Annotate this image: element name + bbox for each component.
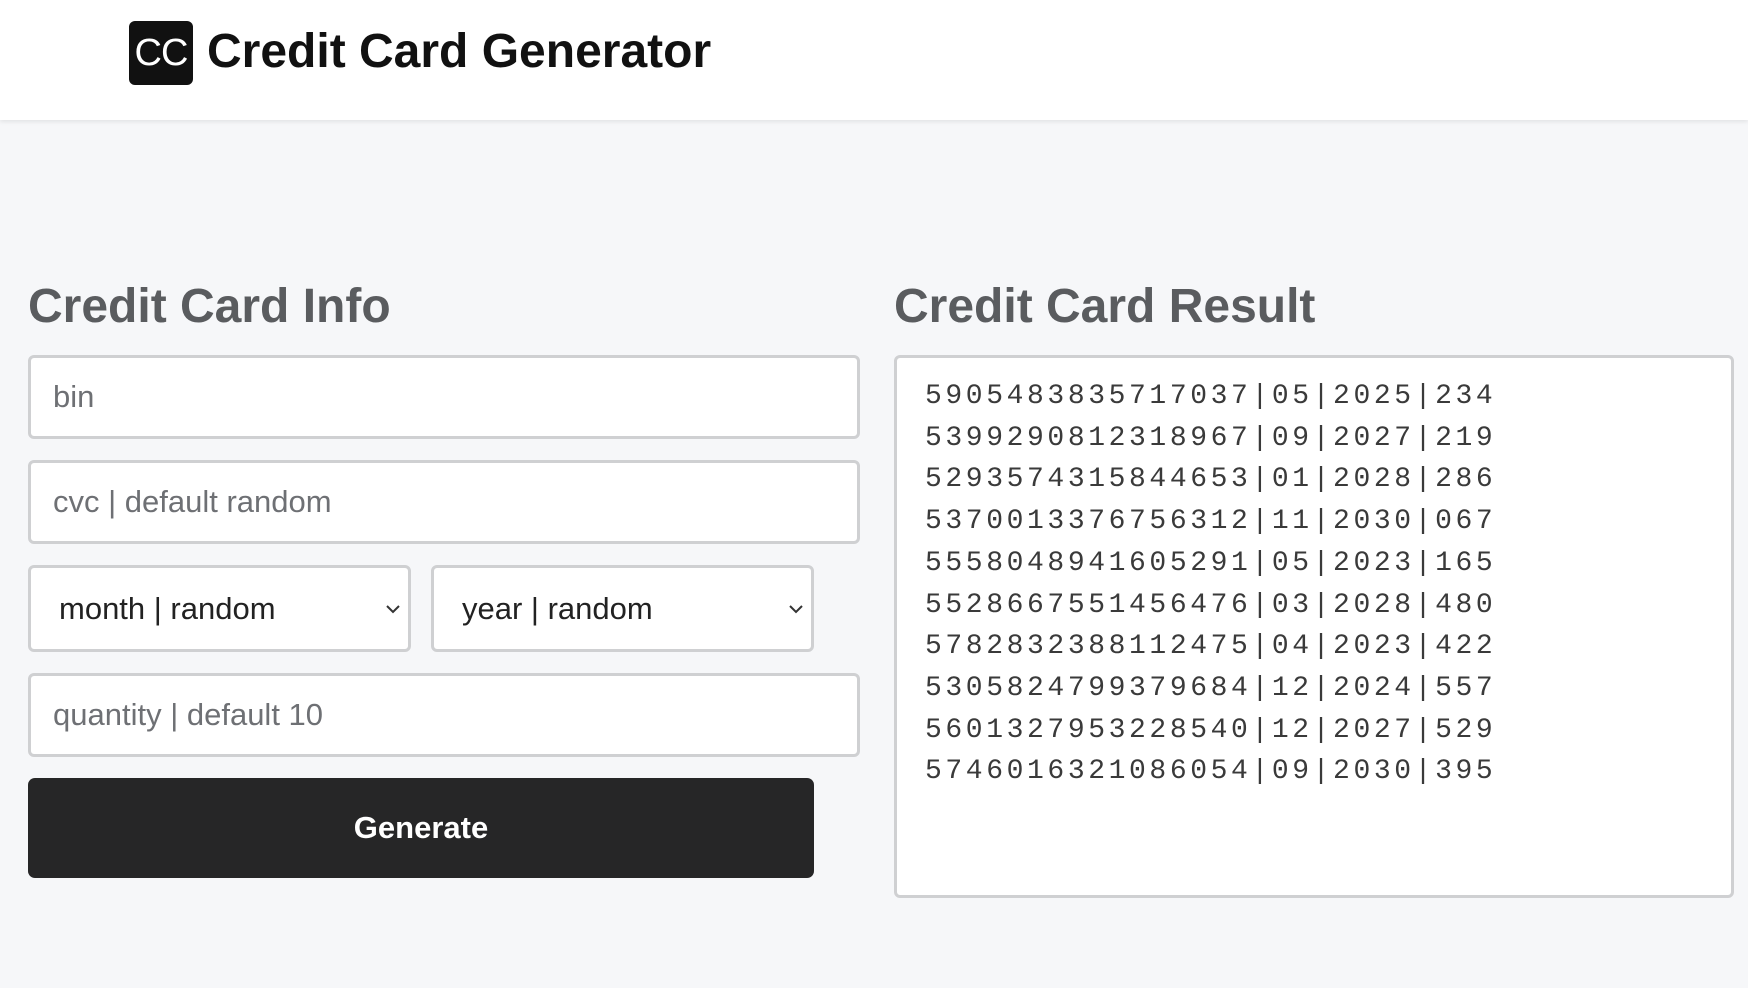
result-line: 5782832388112475|04|2023|422 [925,631,1497,663]
logo-icon[interactable]: CC [129,21,193,85]
result-line: 5905483835717037|05|2025|234 [925,381,1497,412]
month-select-value: month | random [59,591,276,626]
result-line: 5558048941605291|05|2023|165 [925,547,1497,579]
chevron-down-icon [386,605,400,614]
credit-card-result-heading: Credit Card Result [894,280,1316,333]
generate-button[interactable]: Generate [28,778,814,878]
result-line: 5370013376756312|11|2030|067 [925,506,1497,538]
result-textarea[interactable]: 5905483835717037|05|2025|234 53992908123… [894,355,1734,898]
year-select-value: year | random [462,591,653,626]
credit-card-info-heading: Credit Card Info [28,280,391,333]
chevron-down-icon [789,605,803,614]
quantity-input[interactable] [28,673,860,757]
result-line: 5305824799379684|12|2024|557 [925,672,1497,704]
year-select[interactable]: year | random [431,565,814,652]
bin-input[interactable] [28,355,860,439]
site-header: CC Credit Card Generator [0,0,1748,120]
result-line: 5293574315844653|01|2028|286 [925,464,1497,496]
site-title[interactable]: Credit Card Generator [207,22,711,82]
result-line: 5746016321086054|09|2030|395 [925,756,1497,788]
cvc-input[interactable] [28,460,860,544]
result-line: 5399290812318967|09|2027|219 [925,422,1497,454]
month-select[interactable]: month | random [28,565,411,652]
result-line: 5601327953228540|12|2027|529 [925,714,1497,746]
result-line: 5528667551456476|03|2028|480 [925,589,1497,621]
